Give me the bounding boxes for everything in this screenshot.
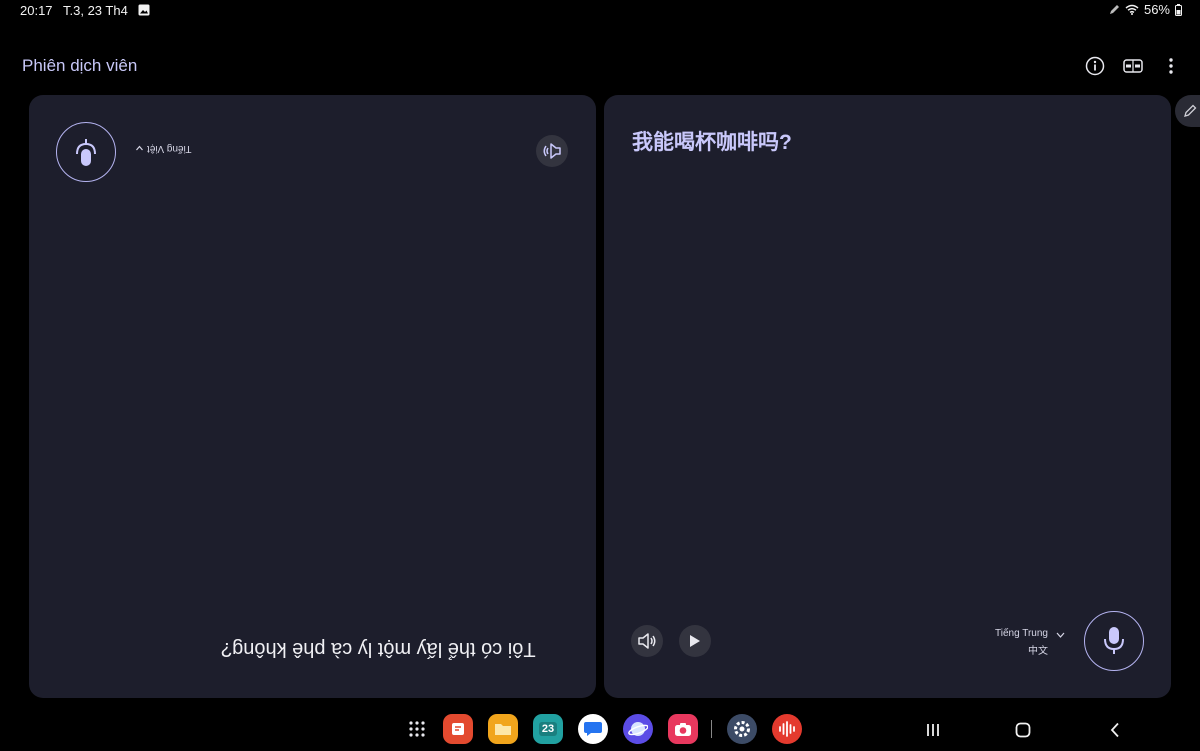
source-mic-button[interactable] — [56, 122, 116, 182]
layout-icon[interactable] — [1122, 55, 1144, 77]
target-language-selector[interactable]: Tiếng Trung 中文 — [995, 628, 1048, 657]
play-icon — [690, 635, 700, 647]
source-language-label: Tiếng Việt — [147, 143, 192, 154]
pen-icon — [1109, 5, 1119, 14]
speaker-icon — [543, 143, 561, 159]
image-icon — [138, 4, 150, 16]
home-icon[interactable] — [1011, 718, 1035, 742]
messages-app-icon[interactable] — [578, 714, 608, 744]
speaker-icon — [638, 633, 656, 649]
status-bar: 20:17 T.3, 23 Th4 56% — [0, 0, 1200, 22]
more-icon[interactable] — [1160, 55, 1182, 77]
source-language-selector[interactable]: Tiếng Việt — [135, 143, 191, 154]
notes-app-icon[interactable] — [443, 714, 473, 744]
target-panel: 我能喝杯咖啡吗? Tiếng Trung 中文 — [604, 95, 1171, 698]
translated-text: 我能喝杯咖啡吗? — [632, 131, 792, 154]
apps-grid-icon[interactable] — [402, 714, 432, 744]
mic-icon — [1104, 627, 1124, 654]
camera-app-icon[interactable] — [668, 714, 698, 744]
source-panel: Tiếng Việt Tôi có thể lấy một ly cà phê … — [29, 95, 596, 698]
chevron-down-icon[interactable] — [1056, 632, 1065, 639]
target-mic-button[interactable] — [1084, 611, 1144, 671]
back-icon[interactable] — [1103, 718, 1127, 742]
mic-icon — [76, 139, 96, 166]
battery-percent: 56% — [1143, 2, 1170, 17]
dock-separator — [711, 720, 712, 738]
chevron-down-icon — [135, 146, 143, 151]
calendar-app-icon[interactable]: 23 — [533, 714, 563, 744]
taskbar: 23 — [0, 710, 1200, 748]
files-app-icon[interactable] — [488, 714, 518, 744]
target-speaker-button[interactable] — [631, 625, 663, 657]
info-icon[interactable] — [1084, 55, 1106, 77]
settings-app-icon[interactable] — [727, 714, 757, 744]
edge-panel-handle[interactable] — [1175, 95, 1200, 127]
target-language-native: 中文 — [1028, 646, 1048, 657]
internet-app-icon[interactable] — [623, 714, 653, 744]
source-speaker-button[interactable] — [536, 135, 568, 167]
source-text: Tôi có thể lấy một ly cà phê không? — [221, 638, 536, 660]
status-time: 20:17 — [20, 3, 53, 18]
battery-icon — [1175, 3, 1182, 16]
target-language-label: Tiếng Trung — [995, 628, 1048, 639]
pencil-icon — [1184, 104, 1197, 117]
app-actions — [1084, 55, 1182, 77]
voice-recorder-app-icon[interactable] — [772, 714, 802, 744]
play-button[interactable] — [679, 625, 711, 657]
calendar-day: 23 — [538, 722, 558, 736]
wifi-icon — [1125, 4, 1139, 15]
status-right: 56% — [1109, 2, 1182, 17]
recents-icon[interactable] — [921, 718, 945, 742]
status-date: T.3, 23 Th4 — [63, 3, 128, 18]
app-title: Phiên dịch viên — [22, 56, 138, 75]
